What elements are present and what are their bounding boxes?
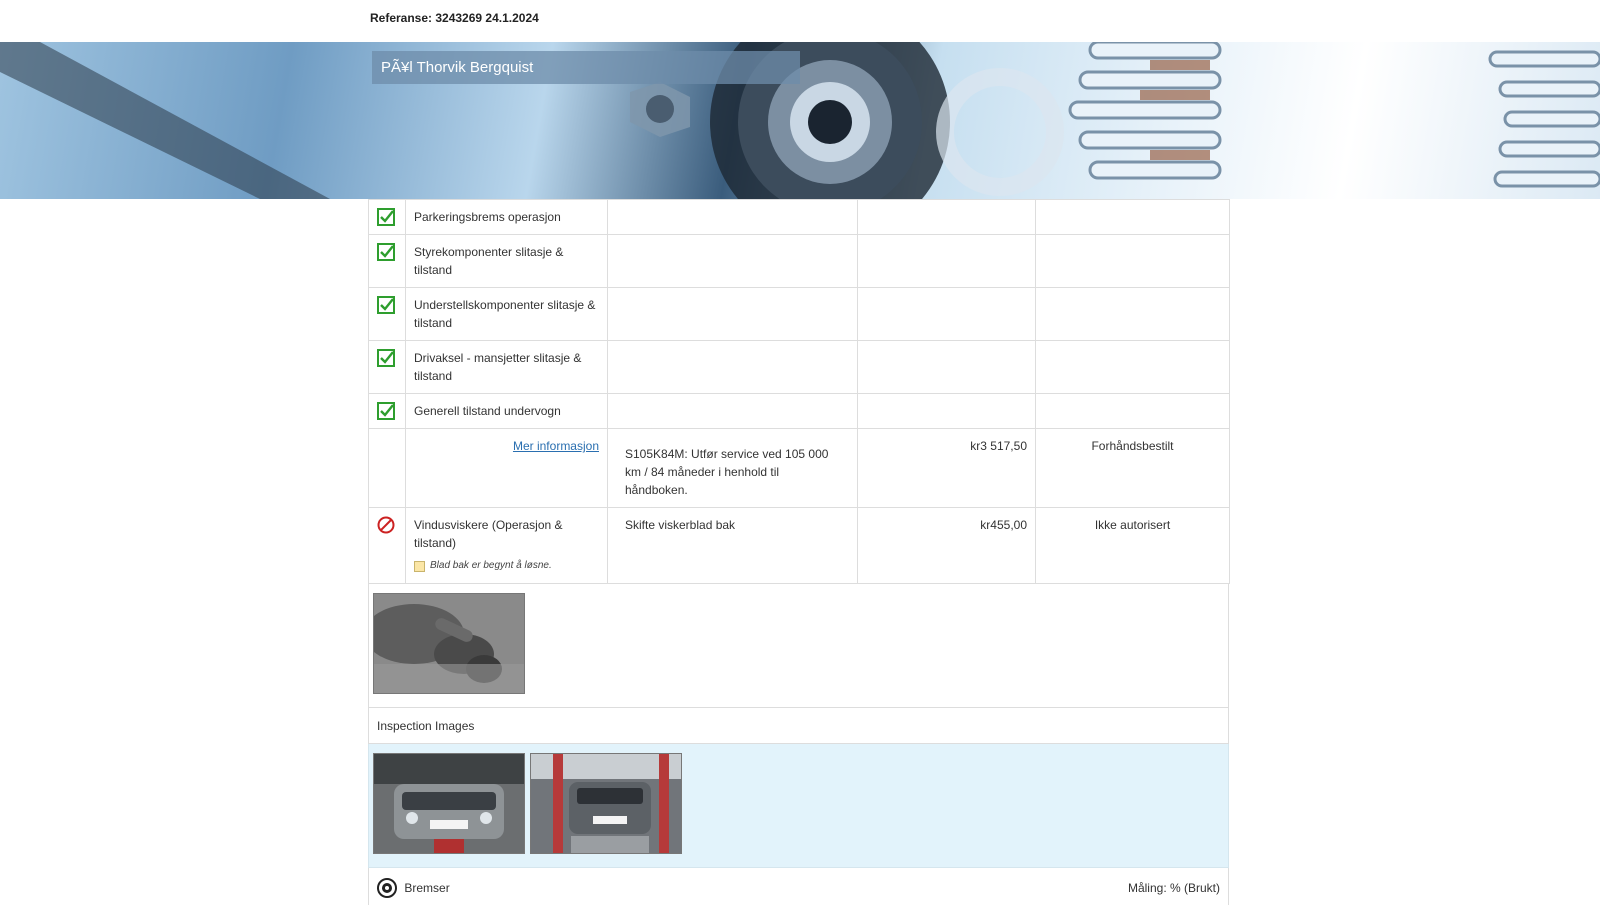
engine-banner-image <box>0 42 1600 199</box>
report-content: Parkeringsbrems operasjon Styrekomponente… <box>368 199 1230 905</box>
checklist-row: Generell tilstand undervogn <box>368 393 1230 429</box>
check-icon <box>377 208 395 226</box>
prohibited-icon <box>377 516 395 534</box>
inspection-photo-front[interactable] <box>373 753 525 854</box>
checklist-item-name: Understellskomponenter slitasje & tilsta… <box>405 287 608 341</box>
checklist-row: Styrekomponenter slitasje & tilstand <box>368 234 1230 288</box>
checklist-item-description <box>607 199 858 235</box>
checklist-row: Parkeringsbrems operasjon <box>368 199 1230 235</box>
checklist-item-status <box>1035 340 1230 394</box>
checklist-item-name: Generell tilstand undervogn <box>405 393 608 429</box>
checklist-item-status <box>1035 287 1230 341</box>
service-price: kr3 517,50 <box>857 428 1036 508</box>
checklist-item-name: Styrekomponenter slitasje & tilstand <box>405 234 608 288</box>
checklist-row: Understellskomponenter slitasje & tilsta… <box>368 287 1230 341</box>
empty-cell <box>368 428 406 508</box>
customer-name: PÃ¥l Thorvik Bergquist <box>372 51 800 84</box>
checklist-item-description <box>607 234 858 288</box>
checklist-item-name: Drivaksel - mansjetter slitasje & tilsta… <box>405 340 608 394</box>
wiper-photo-row <box>368 584 1229 708</box>
wiper-note-text: Blad bak er begynt å løsne. <box>430 560 552 571</box>
checklist-item-status <box>1035 393 1230 429</box>
checklist-item-description <box>607 393 858 429</box>
wiper-status: Ikke autorisert <box>1035 507 1230 584</box>
note-swatch-icon <box>414 560 425 572</box>
checklist-item-status <box>1035 234 1230 288</box>
checklist-item-name: Parkeringsbrems operasjon <box>405 199 608 235</box>
service-description: S105K84M: Utfør service ved 105 000 km /… <box>607 428 858 508</box>
header-banner: PÃ¥l Thorvik Bergquist <box>0 42 1600 199</box>
checklist-item-description <box>607 340 858 394</box>
checklist-item-price <box>857 199 1036 235</box>
wiper-note: Blad bak er begynt å løsne. <box>414 557 599 575</box>
brakes-measure-label: Måling: % (Brukt) <box>1127 881 1220 895</box>
check-icon <box>377 349 395 367</box>
checklist-row: Drivaksel - mansjetter slitasje & tilsta… <box>368 340 1230 394</box>
brake-disc-icon <box>377 878 397 898</box>
service-status: Forhåndsbestilt <box>1035 428 1230 508</box>
brakes-label: Bremser <box>404 881 450 895</box>
check-icon <box>377 402 395 420</box>
checklist-item-description <box>607 287 858 341</box>
check-icon <box>377 296 395 314</box>
brakes-section-header[interactable]: Bremser Måling: % (Brukt) <box>368 868 1229 905</box>
checklist-item-status <box>1035 199 1230 235</box>
more-info-link[interactable]: Mer informasjon <box>414 437 599 455</box>
inspection-photo-rear[interactable] <box>530 753 682 854</box>
wiper-item-name: Vindusviskere (Operasjon & tilstand) <box>414 518 563 550</box>
wiper-description: Skifte viskerblad bak <box>607 507 858 584</box>
wiper-row: Vindusviskere (Operasjon & tilstand) Bla… <box>368 507 1230 584</box>
inspection-images-gallery <box>368 744 1229 868</box>
checklist-item-price <box>857 287 1036 341</box>
check-icon <box>377 243 395 261</box>
wiper-price: kr455,00 <box>857 507 1036 584</box>
wiper-photo-thumbnail[interactable] <box>373 593 525 694</box>
checklist-rows: Parkeringsbrems operasjon Styrekomponente… <box>368 199 1230 429</box>
checklist-item-price <box>857 393 1036 429</box>
reference-text: Referanse: 3243269 24.1.2024 <box>370 11 539 25</box>
checklist-item-price <box>857 234 1036 288</box>
checklist-table: Parkeringsbrems operasjon Styrekomponente… <box>368 199 1230 584</box>
inspection-images-heading: Inspection Images <box>368 708 1229 744</box>
checklist-item-price <box>857 340 1036 394</box>
service-row: Mer informasjon S105K84M: Utfør service … <box>368 428 1230 508</box>
